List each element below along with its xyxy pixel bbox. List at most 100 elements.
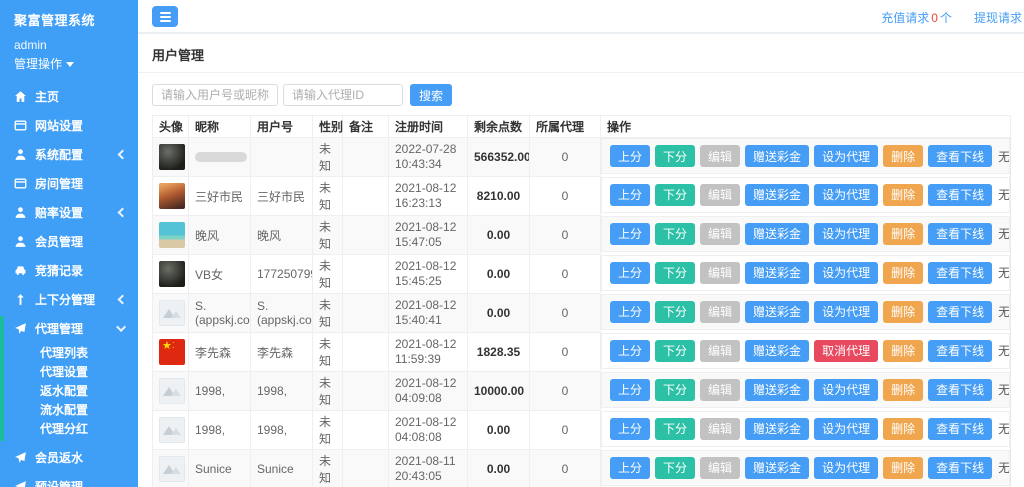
recharge-requests-link[interactable]: 充值请求0个 [881,9,952,26]
sidebar-toggle-button[interactable] [152,6,178,27]
sidebar-subitem-rebate-config[interactable]: 返水配置 [0,382,138,401]
set-agent-button[interactable]: 设为代理 [814,457,878,479]
nickname-cell: S.(appskj.com [189,294,251,333]
set-agent-button[interactable]: 设为代理 [814,223,878,245]
users-table: 头像昵称用户号性别备注注册时间剩余点数所属代理操作 未知2022-07-2810… [152,115,1011,487]
sidebar-subitem-flow-config[interactable]: 流水配置 [0,401,138,420]
up-score-button[interactable]: 上分 [610,262,650,284]
view-downline-button[interactable]: 查看下线 [928,340,992,362]
sidebar-item-agent-management[interactable]: 代理管理 [0,314,138,343]
sidebar-subitem-agent-list[interactable]: 代理列表 [0,344,138,363]
sidebar-item-home[interactable]: 主页 [0,82,138,111]
gender-cell: 未知 [313,294,343,333]
gift-bonus-button[interactable]: 赠送彩金 [745,301,809,323]
view-downline-button[interactable]: 查看下线 [928,457,992,479]
gender-cell: 未知 [313,450,343,487]
down-score-button[interactable]: 下分 [655,262,695,284]
gift-bonus-button[interactable]: 赠送彩金 [745,379,809,401]
view-downline-button[interactable]: 查看下线 [928,262,992,284]
delete-button[interactable]: 删除 [883,145,923,167]
delete-button[interactable]: 删除 [883,340,923,362]
delete-button[interactable]: 删除 [883,223,923,245]
set-agent-button[interactable]: 设为代理 [814,418,878,440]
up-score-button[interactable]: 上分 [610,145,650,167]
sidebar-item-odds-settings[interactable]: 赔率设置 [0,198,138,227]
sidebar-item-label: 赔率设置 [35,204,119,221]
view-downline-button[interactable]: 查看下线 [928,379,992,401]
edit-button[interactable]: 编辑 [700,418,740,440]
view-downline-button[interactable]: 查看下线 [928,145,992,167]
set-agent-button[interactable]: 设为代理 [814,262,878,284]
view-downline-button[interactable]: 查看下线 [928,184,992,206]
nickname-cell: 1998, [189,411,251,450]
edit-button[interactable]: 编辑 [700,184,740,206]
gift-bonus-button[interactable]: 赠送彩金 [745,418,809,440]
user-search-input[interactable] [152,84,278,106]
down-score-button[interactable]: 下分 [655,145,695,167]
view-downline-button[interactable]: 查看下线 [928,223,992,245]
delete-button[interactable]: 删除 [883,379,923,401]
edit-button[interactable]: 编辑 [700,301,740,323]
sidebar-item-site-settings[interactable]: 网站设置 [0,111,138,140]
admin-operations-menu[interactable]: 管理操作 [0,52,138,78]
gift-bonus-button[interactable]: 赠送彩金 [745,340,809,362]
down-score-button[interactable]: 下分 [655,301,695,323]
view-downline-button[interactable]: 查看下线 [928,301,992,323]
cancel-agent-button[interactable]: 取消代理 [814,340,878,362]
down-score-button[interactable]: 下分 [655,223,695,245]
edit-button[interactable]: 编辑 [700,145,740,167]
points-cell: 1828.35 [468,333,530,372]
set-agent-button[interactable]: 设为代理 [814,145,878,167]
user-management-page: 聚富管理系统 admin 管理操作 主页网站设置系统配置房间管理赔率设置会员管理… [0,0,1024,487]
agent-id-search-input[interactable] [283,84,403,106]
up-score-button[interactable]: 上分 [610,418,650,440]
view-downline-button[interactable]: 查看下线 [928,418,992,440]
up-score-button[interactable]: 上分 [610,301,650,323]
delete-button[interactable]: 删除 [883,301,923,323]
sidebar-item-bet-records[interactable]: 竞猜记录 [0,256,138,285]
up-score-button[interactable]: 上分 [610,223,650,245]
send-icon [14,451,27,464]
search-button[interactable]: 搜索 [410,84,452,106]
user-no-cell: 17725079957 [251,255,313,294]
set-agent-button[interactable]: 设为代理 [814,379,878,401]
set-agent-button[interactable]: 设为代理 [814,301,878,323]
sidebar-item-preset-management[interactable]: 预设管理 [0,472,138,487]
gift-bonus-button[interactable]: 赠送彩金 [745,184,809,206]
edit-button[interactable]: 编辑 [700,262,740,284]
edit-button[interactable]: 编辑 [700,457,740,479]
down-score-button[interactable]: 下分 [655,184,695,206]
down-score-button[interactable]: 下分 [655,457,695,479]
sidebar-item-system-config[interactable]: 系统配置 [0,140,138,169]
delete-button[interactable]: 删除 [883,457,923,479]
nickname-cell: Sunice [189,450,251,487]
sidebar-item-member-rebate[interactable]: 会员返水 [0,443,138,472]
up-score-button[interactable]: 上分 [610,184,650,206]
up-score-button[interactable]: 上分 [610,340,650,362]
delete-button[interactable]: 删除 [883,184,923,206]
down-score-button[interactable]: 下分 [655,379,695,401]
sidebar-item-score-management[interactable]: 上下分管理 [0,285,138,314]
set-agent-button[interactable]: 设为代理 [814,184,878,206]
down-score-button[interactable]: 下分 [655,418,695,440]
edit-button[interactable]: 编辑 [700,340,740,362]
sidebar-subitem-agent-settings[interactable]: 代理设置 [0,363,138,382]
withdraw-requests-link[interactable]: 提现请求 [974,9,1022,26]
sidebar-item-member-management[interactable]: 会员管理 [0,227,138,256]
gift-bonus-button[interactable]: 赠送彩金 [745,457,809,479]
up-score-button[interactable]: 上分 [610,379,650,401]
delete-button[interactable]: 删除 [883,262,923,284]
sidebar-subitem-agent-dividend[interactable]: 代理分红 [0,420,138,439]
down-score-button[interactable]: 下分 [655,340,695,362]
edit-button[interactable]: 编辑 [700,223,740,245]
up-score-button[interactable]: 上分 [610,457,650,479]
gift-bonus-button[interactable]: 赠送彩金 [745,262,809,284]
gender-cell: 未知 [313,411,343,450]
edit-button[interactable]: 编辑 [700,379,740,401]
gift-bonus-button[interactable]: 赠送彩金 [745,145,809,167]
sidebar-item-room-management[interactable]: 房间管理 [0,169,138,198]
gift-bonus-button[interactable]: 赠送彩金 [745,223,809,245]
operations-cell: 上分下分编辑赠送彩金设为代理删除查看下线无上线今日上下分统计 [601,372,1010,408]
delete-button[interactable]: 删除 [883,418,923,440]
agent-cell: 0 [530,411,601,450]
